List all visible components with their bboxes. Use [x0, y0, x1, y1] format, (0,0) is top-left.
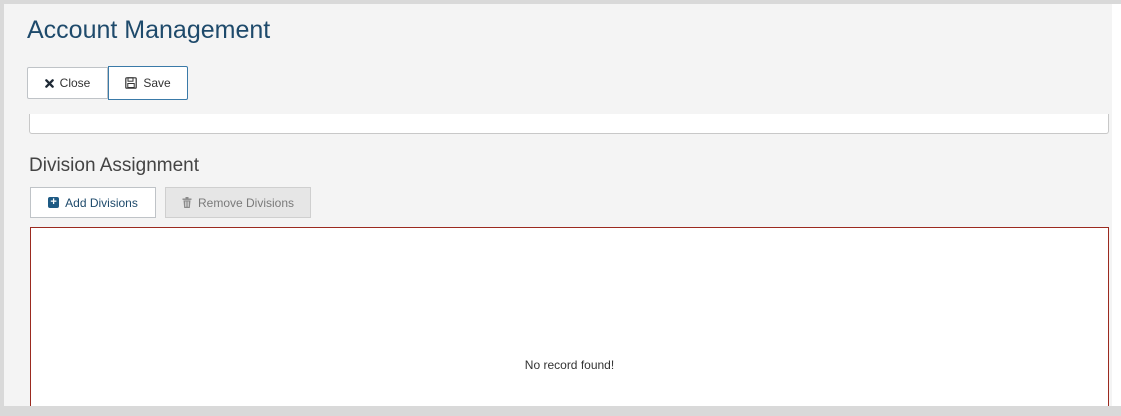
close-button-label: Close [59, 76, 91, 90]
save-button[interactable]: Save [108, 66, 188, 100]
account-management-panel: Account Management Close Save Division A… [4, 4, 1112, 406]
right-gutter [1112, 4, 1121, 406]
previous-section-bottom [29, 114, 1109, 134]
trash-icon [182, 197, 192, 208]
close-icon [44, 78, 54, 88]
add-divisions-button[interactable]: + Add Divisions [30, 187, 156, 218]
division-grid: No record found! [30, 227, 1109, 406]
empty-message: No record found! [524, 358, 615, 372]
save-button-label: Save [143, 76, 171, 90]
division-assignment-title: Division Assignment [29, 155, 200, 176]
page-title: Account Management [27, 16, 271, 44]
remove-divisions-label: Remove Divisions [197, 195, 295, 210]
floppy-disk-icon [125, 77, 138, 89]
plus-square-icon: + [48, 197, 60, 208]
add-divisions-label: Add Divisions [65, 195, 138, 210]
remove-divisions-button[interactable]: Remove Divisions [165, 187, 311, 218]
close-button[interactable]: Close [27, 67, 108, 99]
